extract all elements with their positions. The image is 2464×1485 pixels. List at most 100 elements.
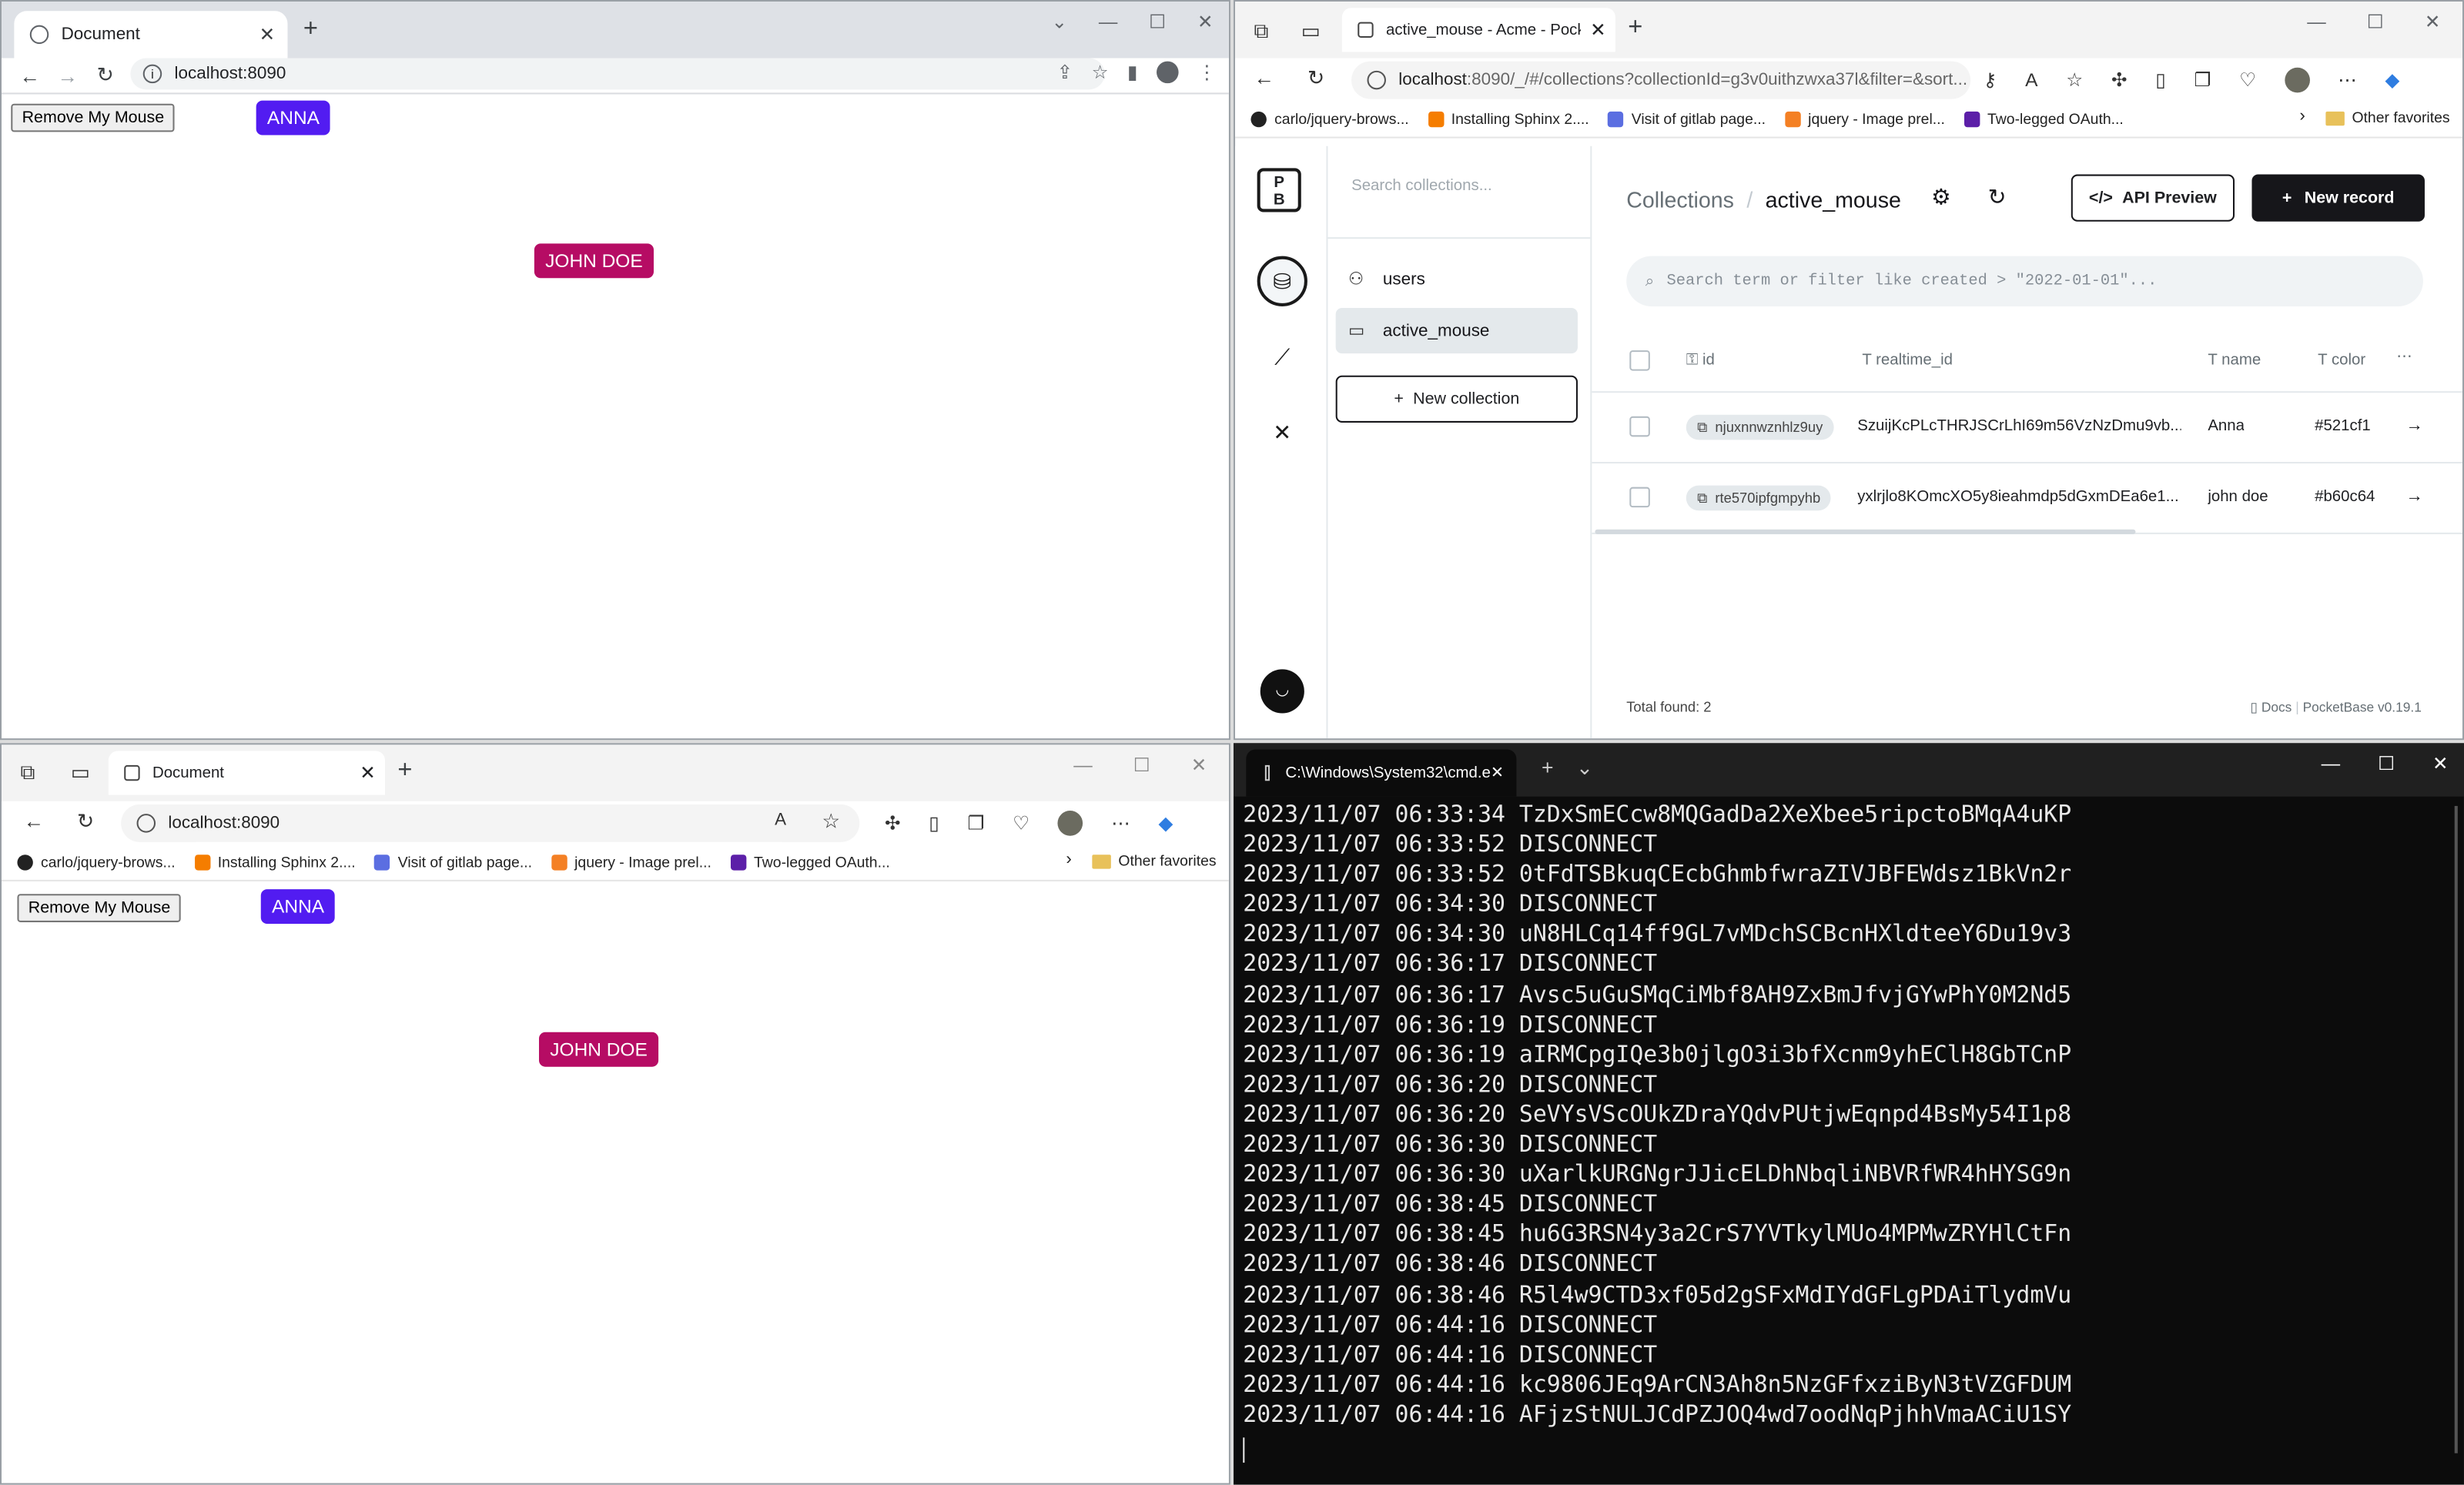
read-aloud-icon[interactable]: A bbox=[2025, 69, 2037, 92]
remove-mouse-button[interactable]: Remove My Mouse bbox=[11, 103, 176, 132]
docs-link[interactable]: Docs bbox=[2261, 699, 2292, 714]
split-screen-icon[interactable]: ▯ bbox=[2155, 69, 2165, 92]
chrome-tab-document[interactable]: Document ✕ bbox=[14, 11, 288, 59]
maximize-icon[interactable]: ☐ bbox=[2367, 11, 2384, 33]
star-icon[interactable]: ☆ bbox=[2066, 69, 2083, 92]
key-icon[interactable]: ⚷ bbox=[1983, 69, 1997, 92]
back-icon[interactable]: ← bbox=[1254, 66, 1275, 90]
sidepanel-icon[interactable]: ▮ bbox=[1127, 62, 1137, 84]
minimize-icon[interactable]: — bbox=[2307, 11, 2325, 33]
close-tab-icon[interactable]: ✕ bbox=[259, 24, 276, 46]
horizontal-scrollbar[interactable] bbox=[1595, 529, 2136, 534]
chevron-right-icon[interactable]: › bbox=[2299, 107, 2305, 125]
edge-tab-document[interactable]: Document ✕ bbox=[108, 751, 385, 795]
browser-essentials-icon[interactable]: ♡ bbox=[1013, 812, 1029, 834]
address-bar[interactable]: localhost:8090 bbox=[121, 804, 860, 842]
reload-icon[interactable]: ↻ bbox=[1307, 66, 1324, 92]
minimize-icon[interactable]: — bbox=[1073, 754, 1092, 777]
column-header-color[interactable]: T color bbox=[2318, 352, 2384, 369]
reload-icon[interactable]: ↻ bbox=[77, 809, 94, 834]
bookmark-item[interactable]: jquery - Image prel... bbox=[551, 854, 711, 871]
arrow-right-icon[interactable]: → bbox=[2405, 416, 2422, 435]
vertical-scrollbar[interactable] bbox=[2454, 805, 2458, 1453]
chevron-down-icon[interactable]: ⌄ bbox=[1576, 756, 1593, 781]
remove-mouse-button[interactable]: Remove My Mouse bbox=[17, 894, 182, 922]
pocketbase-logo[interactable]: PB bbox=[1257, 168, 1301, 212]
star-icon[interactable]: ☆ bbox=[1092, 62, 1109, 84]
copilot-icon[interactable]: ◆ bbox=[2385, 69, 2399, 92]
profile-icon[interactable] bbox=[2284, 67, 2310, 93]
column-header-id[interactable]: ⚿ id bbox=[1686, 352, 1715, 369]
collections-icon[interactable]: ❐ bbox=[2194, 69, 2211, 92]
info-icon[interactable]: i bbox=[142, 64, 162, 84]
more-icon[interactable]: ⋯ bbox=[1111, 812, 1130, 834]
chevron-down-icon[interactable]: ⌄ bbox=[1052, 11, 1068, 33]
more-icon[interactable]: ⋯ bbox=[2338, 69, 2356, 92]
workspaces-icon[interactable]: ⧉ bbox=[21, 761, 35, 786]
menu-icon[interactable]: ⋮ bbox=[1197, 62, 1216, 84]
star-icon[interactable]: ☆ bbox=[822, 809, 840, 834]
database-icon[interactable]: ⛁ bbox=[1257, 256, 1307, 306]
workspaces-icon[interactable]: ⧉ bbox=[1254, 18, 1269, 44]
terminal-output[interactable]: 2023/11/07 06:33:34 TzDxSmECcw8MQGadDa2X… bbox=[1243, 800, 2464, 1485]
share-icon[interactable]: ⇪ bbox=[1057, 62, 1073, 84]
reload-icon[interactable]: ↻ bbox=[86, 63, 124, 89]
bookmark-item[interactable]: Visit of gitlab page... bbox=[1608, 111, 1766, 128]
maximize-icon[interactable]: ☐ bbox=[2378, 753, 2395, 775]
minimize-icon[interactable]: — bbox=[2322, 753, 2340, 775]
forward-icon[interactable]: → bbox=[49, 64, 86, 88]
close-icon[interactable]: ✕ bbox=[2432, 753, 2449, 775]
new-tab-icon[interactable]: + bbox=[397, 758, 412, 786]
maximize-icon[interactable]: ☐ bbox=[1149, 11, 1166, 33]
row-checkbox[interactable] bbox=[1629, 487, 1650, 508]
close-icon[interactable]: ✕ bbox=[2425, 11, 2441, 33]
tools-icon[interactable]: ✕ bbox=[1257, 407, 1307, 457]
chevron-right-icon[interactable]: › bbox=[1066, 850, 1071, 868]
bookmark-item[interactable]: Two-legged OAuth... bbox=[1964, 111, 2124, 128]
filter-search-input[interactable]: ⌕ Search term or filter like created > "… bbox=[1626, 256, 2423, 306]
tab-actions-icon[interactable]: ▭ bbox=[1301, 18, 1321, 44]
column-options-icon[interactable]: ⋯ bbox=[2396, 349, 2412, 366]
extensions-icon[interactable]: ✣ bbox=[2111, 69, 2128, 92]
bookmark-item[interactable]: Two-legged OAuth... bbox=[730, 854, 890, 871]
bookmark-item[interactable]: Installing Sphinx 2.... bbox=[194, 854, 356, 871]
bookmark-item[interactable]: carlo/jquery-brows... bbox=[17, 854, 176, 871]
chart-icon[interactable]: ⟋ bbox=[1257, 332, 1307, 382]
table-row[interactable]: ⧉ rte570ipfgmpyhb yxlrjlo8KOmcXO5y8ieahmd… bbox=[1592, 463, 2462, 534]
info-icon[interactable] bbox=[136, 814, 156, 833]
back-icon[interactable]: ← bbox=[24, 809, 45, 833]
close-tab-icon[interactable]: ✕ bbox=[1491, 764, 1504, 781]
bookmark-item[interactable]: carlo/jquery-brows... bbox=[1250, 111, 1409, 128]
address-bar[interactable]: i localhost:8090 bbox=[130, 58, 1105, 90]
api-preview-button[interactable]: </> API Preview bbox=[2071, 174, 2235, 222]
close-icon[interactable]: ✕ bbox=[1191, 754, 1207, 777]
profile-icon[interactable] bbox=[1157, 61, 1179, 84]
other-favorites[interactable]: Other favorites bbox=[1091, 853, 1217, 871]
admin-avatar[interactable]: ◡ bbox=[1260, 669, 1304, 714]
table-row[interactable]: ⧉ njuxnnwznhlz9uy SzuijKcPLcTHRJSCrLhI69m… bbox=[1592, 393, 2462, 464]
close-icon[interactable]: ✕ bbox=[1197, 11, 1214, 33]
browser-essentials-icon[interactable]: ♡ bbox=[2239, 69, 2256, 92]
address-bar[interactable]: localhost:8090/_/#/collections?collectio… bbox=[1351, 61, 1971, 99]
refresh-icon[interactable]: ↻ bbox=[1988, 184, 2007, 211]
extensions-icon[interactable]: ✣ bbox=[885, 812, 901, 834]
copilot-icon[interactable]: ◆ bbox=[1158, 812, 1173, 834]
new-tab-icon[interactable]: + bbox=[1542, 756, 1553, 780]
close-tab-icon[interactable]: ✕ bbox=[360, 762, 376, 784]
bookmark-item[interactable]: Visit of gitlab page... bbox=[374, 854, 532, 871]
split-screen-icon[interactable]: ▯ bbox=[929, 812, 939, 834]
id-chip[interactable]: ⧉ njuxnnwznhlz9uy bbox=[1686, 414, 1834, 440]
arrow-right-icon[interactable]: → bbox=[2405, 487, 2422, 506]
info-icon[interactable] bbox=[1367, 70, 1386, 90]
column-header-name[interactable]: T name bbox=[2208, 352, 2261, 369]
search-collections-input[interactable]: Search collections... bbox=[1351, 178, 1492, 195]
bookmark-item[interactable]: Installing Sphinx 2.... bbox=[1428, 111, 1589, 128]
breadcrumb-root[interactable]: Collections bbox=[1626, 187, 1734, 212]
version-link[interactable]: PocketBase v0.19.1 bbox=[2303, 699, 2422, 714]
sidebar-item-users[interactable]: ⚇ users bbox=[1336, 256, 1578, 302]
maximize-icon[interactable]: ☐ bbox=[1133, 754, 1150, 777]
new-record-button[interactable]: + New record bbox=[2251, 174, 2425, 222]
id-chip[interactable]: ⧉ rte570ipfgmpyhb bbox=[1686, 485, 1832, 511]
edge-tab-active-mouse[interactable]: active_mouse - Acme - PocketBa ✕ bbox=[1341, 8, 1615, 52]
new-collection-button[interactable]: + New collection bbox=[1335, 375, 1578, 423]
